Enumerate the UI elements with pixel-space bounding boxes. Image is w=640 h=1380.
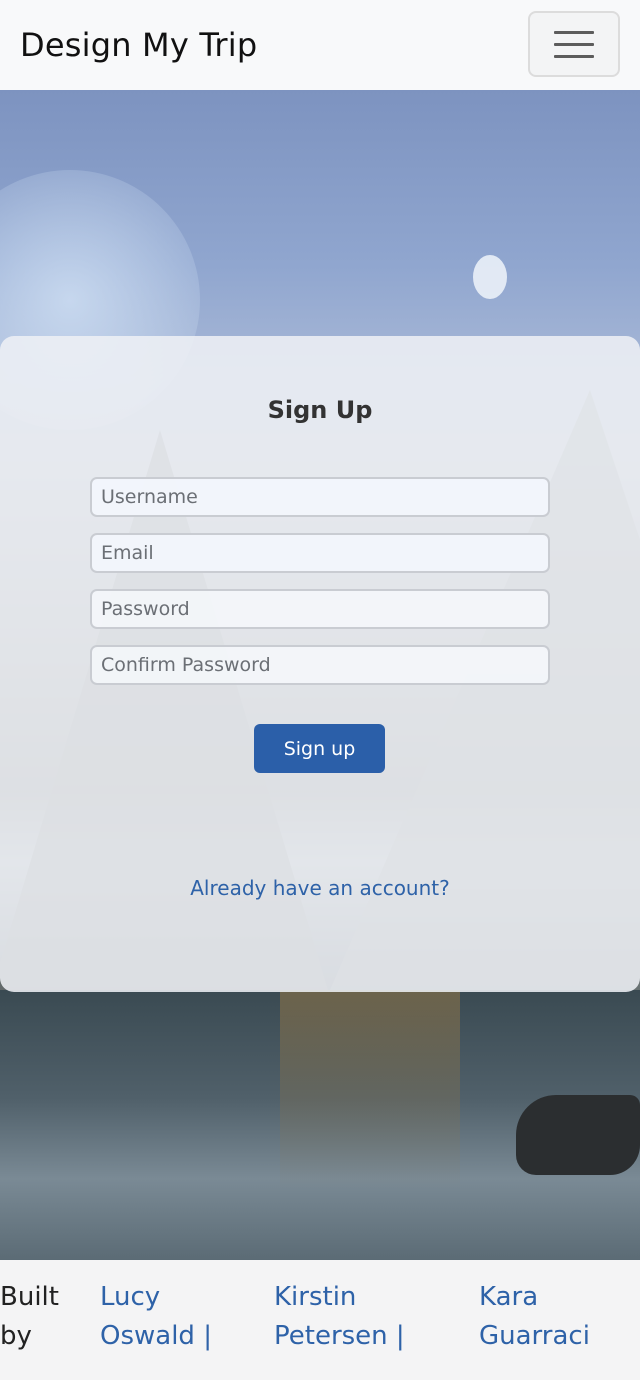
login-link[interactable]: Already have an account? — [0, 876, 640, 900]
page-title: Sign Up — [267, 396, 373, 424]
author-link-lucy[interactable]: Lucy Oswald | — [100, 1282, 212, 1351]
email-input[interactable] — [90, 533, 550, 573]
hamburger-menu-icon — [554, 54, 594, 58]
hamburger-menu-icon — [554, 42, 594, 46]
built-by-label: Built by — [0, 1282, 59, 1351]
footer: Built by Lucy Oswald | Kirstin Petersen … — [0, 1260, 640, 1380]
username-input[interactable] — [90, 477, 550, 517]
author-link-kirstin[interactable]: Kirstin Petersen | — [274, 1282, 405, 1351]
navbar-toggle-button[interactable] — [528, 11, 620, 77]
signup-button[interactable]: Sign up — [254, 724, 385, 773]
author-link-kara[interactable]: Kara Guarraci — [479, 1282, 590, 1351]
navbar: Design My Trip — [0, 0, 640, 90]
signup-card: Sign Up Sign up Already have an account? — [0, 336, 640, 992]
hamburger-menu-icon — [554, 30, 594, 34]
brand-link[interactable]: Design My Trip — [20, 26, 257, 64]
confirm-password-input[interactable] — [90, 645, 550, 685]
password-input[interactable] — [90, 589, 550, 629]
